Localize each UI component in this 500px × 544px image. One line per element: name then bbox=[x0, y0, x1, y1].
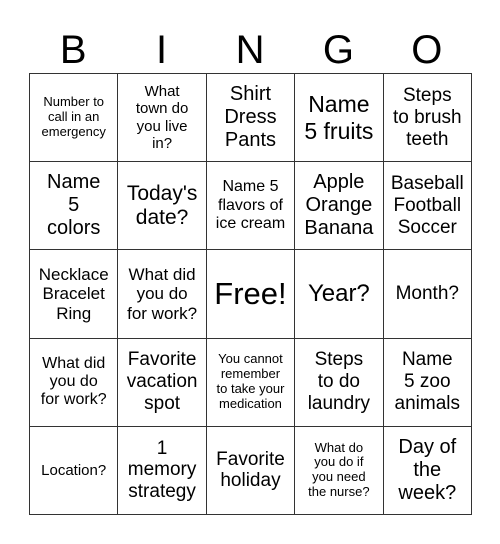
cell-text: Apple Orange Banana bbox=[304, 171, 374, 240]
header-letter-b: B bbox=[59, 28, 87, 72]
bingo-cell[interactable]: Name 5 fruits bbox=[294, 72, 384, 163]
cell-text: Steps to do laundry bbox=[307, 349, 371, 415]
bingo-cell[interactable]: What did you do for work? bbox=[28, 337, 119, 427]
cell-text: Today's date? bbox=[126, 181, 198, 229]
cell-text: Month? bbox=[395, 283, 459, 305]
cell-text: What did you do for work? bbox=[40, 354, 107, 409]
cell-text: Location? bbox=[41, 461, 107, 479]
cell-text: 1 memory strategy bbox=[127, 437, 197, 503]
bingo-cell[interactable]: You cannot remember to take your medicat… bbox=[205, 337, 296, 427]
cell-text: Name 5 colors bbox=[47, 171, 101, 240]
bingo-row: Number to call in an emergency What town… bbox=[28, 72, 473, 163]
bingo-row: Location? 1 memory strategy Favorite hol… bbox=[28, 425, 473, 516]
header-letter-g: G bbox=[322, 28, 354, 72]
cell-text: Favorite holiday bbox=[216, 448, 285, 492]
bingo-cell[interactable]: Baseball Football Soccer bbox=[382, 161, 473, 251]
bingo-cell[interactable]: What do you do if you need the nurse? bbox=[294, 425, 384, 516]
bingo-cell[interactable]: Shirt Dress Pants bbox=[205, 72, 296, 163]
bingo-cell[interactable]: Name 5 flavors of ice cream bbox=[205, 161, 296, 251]
cell-text: Name 5 fruits bbox=[304, 91, 374, 144]
bingo-cell[interactable]: Number to call in an emergency bbox=[28, 72, 119, 163]
bingo-cell[interactable]: Year? bbox=[294, 249, 384, 339]
cell-text: What did you do for work? bbox=[127, 264, 198, 323]
bingo-cell[interactable]: Today's date? bbox=[117, 161, 207, 251]
bingo-cell[interactable]: Favorite vacation spot bbox=[117, 337, 207, 427]
bingo-cell[interactable]: 1 memory strategy bbox=[117, 425, 207, 516]
bingo-cell[interactable]: Name 5 zoo animals bbox=[382, 337, 473, 427]
header-letter-o: O bbox=[411, 28, 443, 72]
bingo-cell[interactable]: Apple Orange Banana bbox=[294, 161, 384, 251]
free-space[interactable]: Free! bbox=[205, 249, 296, 339]
cell-text: Steps to brush teeth bbox=[392, 84, 462, 150]
bingo-cell[interactable]: Steps to brush teeth bbox=[382, 72, 473, 163]
cell-text: You cannot remember to take your medicat… bbox=[216, 351, 285, 412]
cell-text: What do you do if you need the nurse? bbox=[308, 439, 370, 500]
cell-text: Necklace Bracelet Ring bbox=[38, 264, 109, 323]
cell-text: Day of the week? bbox=[398, 435, 457, 504]
cell-text: What town do you live in? bbox=[135, 83, 189, 152]
cell-text: Baseball Football Soccer bbox=[390, 173, 464, 238]
bingo-cell[interactable]: Location? bbox=[28, 425, 119, 516]
bingo-cell[interactable]: Month? bbox=[382, 249, 473, 339]
cell-text: Free! bbox=[214, 276, 287, 312]
bingo-card: Number to call in an emergency What town… bbox=[28, 72, 473, 516]
header-letter-i: I bbox=[156, 28, 168, 72]
bingo-cell[interactable]: Name 5 colors bbox=[28, 161, 119, 251]
bingo-row: What did you do for work? Favorite vacat… bbox=[28, 337, 473, 427]
cell-text: Number to call in an emergency bbox=[41, 94, 106, 140]
bingo-cell[interactable]: Necklace Bracelet Ring bbox=[28, 249, 119, 339]
bingo-row: Necklace Bracelet Ring What did you do f… bbox=[28, 249, 473, 339]
cell-text: Name 5 flavors of ice cream bbox=[215, 178, 286, 232]
bingo-header: B I N G O bbox=[29, 28, 471, 72]
bingo-cell[interactable]: Favorite holiday bbox=[205, 425, 296, 516]
cell-text: Shirt Dress Pants bbox=[224, 83, 277, 152]
cell-text: Favorite vacation spot bbox=[126, 349, 198, 415]
cell-text: Name 5 zoo animals bbox=[394, 349, 461, 415]
bingo-cell[interactable]: Day of the week? bbox=[382, 425, 473, 516]
bingo-cell[interactable]: What did you do for work? bbox=[117, 249, 207, 339]
cell-text: Year? bbox=[307, 280, 370, 308]
header-letter-n: N bbox=[235, 28, 265, 72]
bingo-row: Name 5 colors Today's date? Name 5 flavo… bbox=[28, 161, 473, 251]
bingo-cell[interactable]: Steps to do laundry bbox=[294, 337, 384, 427]
bingo-cell[interactable]: What town do you live in? bbox=[117, 72, 207, 163]
